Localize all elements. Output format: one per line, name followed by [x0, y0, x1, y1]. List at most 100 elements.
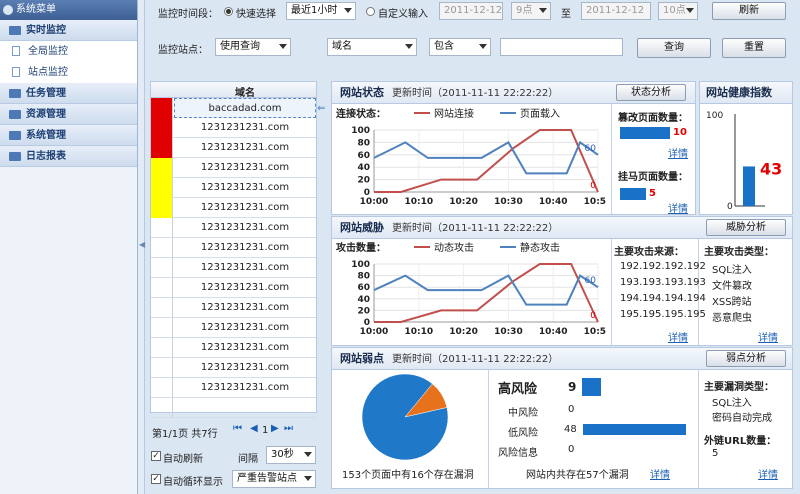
ext-url-label: 外链URL数量：	[704, 436, 777, 447]
chevron-down-icon	[479, 44, 487, 49]
date-to-input[interactable]: 2011-12-12	[581, 2, 651, 20]
loop-mode-select[interactable]: 严重告警站点	[232, 470, 316, 488]
domain-name: 1231231231.com	[200, 282, 290, 293]
interval-select[interactable]: 30秒	[266, 446, 316, 464]
first-page-icon[interactable]: ⏮	[233, 423, 242, 434]
prev-page-icon[interactable]: ◀	[250, 423, 258, 434]
data-label: 60	[585, 276, 597, 286]
high-risk-label: 高风险	[498, 382, 538, 397]
chevron-down-icon	[304, 476, 312, 481]
auto-refresh-checkbox[interactable]: ✓	[151, 451, 161, 461]
attack-type: XSS跨站	[712, 297, 752, 308]
hour-to-select[interactable]: 10点	[658, 2, 698, 20]
x-tick-label: 10:00	[360, 197, 389, 207]
table-row[interactable]: 1231231231.com	[151, 198, 316, 218]
sidebar-group-tasks[interactable]: 任务管理	[0, 83, 137, 104]
domain-column-header[interactable]: 域名	[174, 84, 316, 99]
table-row[interactable]: 1231231231.com	[151, 218, 316, 238]
table-row[interactable]	[151, 398, 316, 418]
next-page-icon[interactable]: ▶	[271, 423, 279, 434]
status-flag	[151, 238, 173, 258]
status-flag	[151, 98, 173, 118]
domain-name: 1231231231.com	[200, 322, 290, 333]
y-tick-label: 60	[357, 151, 370, 161]
threat-analysis-button[interactable]: 威胁分析	[706, 219, 786, 236]
divider	[611, 239, 612, 345]
table-row[interactable]: 1231231231.com	[151, 278, 316, 298]
sidebar-group-resources[interactable]: 资源管理	[0, 104, 137, 125]
table-row[interactable]: 1231231231.com	[151, 118, 316, 138]
last-page-icon[interactable]: ⏭	[284, 423, 293, 434]
auto-loop-label: 自动循环显示	[163, 477, 223, 488]
status-flag	[151, 338, 173, 358]
table-row[interactable]: baccadad.com	[151, 98, 316, 118]
field-select[interactable]: 域名	[327, 38, 417, 56]
y-tick-label: 40	[357, 163, 370, 173]
domain-name: 1231231231.com	[200, 262, 290, 273]
table-row[interactable]: 1231231231.com	[151, 158, 316, 178]
divider	[488, 370, 489, 488]
x-tick-label: 10:10	[404, 197, 433, 207]
risk-detail-link[interactable]: 详情	[650, 466, 670, 481]
sidebar-splitter[interactable]: ◀	[138, 0, 145, 494]
reset-button[interactable]: 重置	[722, 38, 786, 58]
table-row[interactable]: 1231231231.com	[151, 318, 316, 338]
table-row[interactable]: 1231231231.com	[151, 238, 316, 258]
table-row[interactable]: 1231231231.com	[151, 338, 316, 358]
table-row[interactable]: 1231231231.com	[151, 358, 316, 378]
sidebar-group-realtime[interactable]: 实时监控	[0, 20, 137, 41]
sources-detail-link[interactable]: 详情	[668, 329, 688, 344]
domain-list: 域名 baccadad.com 1231231231.com 1231231231.…	[150, 81, 317, 418]
table-row[interactable]: 1231231231.com	[151, 138, 316, 158]
query-button[interactable]: 查询	[637, 38, 711, 58]
domain-name: 1231231231.com	[200, 182, 290, 193]
chart-title: 连接状态：	[336, 107, 386, 120]
domain-name: 1231231231.com	[200, 302, 290, 313]
custom-input-radio[interactable]	[366, 7, 375, 16]
sidebar-group-system[interactable]: 系统管理	[0, 125, 137, 146]
to-label: 至	[561, 9, 571, 20]
status-flag	[151, 138, 173, 158]
status-analysis-button[interactable]: 状态分析	[616, 84, 686, 101]
vuln-types-title: 主要漏洞类型：	[704, 382, 774, 393]
vuln-type: SQL注入	[712, 398, 752, 409]
domain-name: 1231231231.com	[200, 362, 290, 373]
folder-icon	[9, 131, 21, 140]
attack-source: 194.194.194.194	[620, 293, 706, 304]
y-tick-label: 20	[357, 306, 370, 316]
trojan-detail-link[interactable]: 详情	[668, 200, 688, 215]
high-risk-bar	[582, 378, 601, 396]
document-icon	[12, 67, 20, 77]
types-detail-link[interactable]: 详情	[758, 329, 778, 344]
y-tick-label: 0	[727, 202, 733, 212]
vuln-detail-link[interactable]: 详情	[758, 466, 778, 481]
quick-select-radio[interactable]	[224, 7, 233, 16]
refresh-button[interactable]: 刷新	[712, 2, 786, 20]
folder-icon	[9, 89, 21, 98]
table-row[interactable]: 1231231231.com	[151, 298, 316, 318]
table-row[interactable]: 1231231231.com	[151, 378, 316, 398]
legend-label: 静态攻击	[520, 241, 560, 254]
weakness-analysis-button[interactable]: 弱点分析	[706, 350, 786, 367]
divider	[698, 370, 699, 488]
page-number[interactable]: 1	[262, 425, 268, 436]
x-tick-label: 10:10	[404, 327, 433, 337]
site-mode-select[interactable]: 使用查询	[215, 38, 291, 56]
table-row[interactable]: 1231231231.com	[151, 258, 316, 278]
risk-info-count: 0	[568, 444, 575, 455]
quick-range-select[interactable]: 最近1小时	[286, 2, 356, 20]
auto-loop-checkbox[interactable]: ✓	[151, 474, 161, 484]
collapse-arrow-icon[interactable]: ◀	[139, 240, 145, 249]
chevron-down-icon	[539, 8, 547, 13]
tamper-detail-link[interactable]: 详情	[668, 145, 688, 160]
health-bar	[743, 166, 755, 206]
sidebar-item-global[interactable]: 全局监控	[0, 41, 137, 62]
sidebar-group-logs[interactable]: 日志报表	[0, 146, 137, 167]
operator-select[interactable]: 包含	[429, 38, 491, 56]
table-row[interactable]: 1231231231.com	[151, 178, 316, 198]
sidebar-item-site[interactable]: 站点监控	[0, 62, 137, 83]
hour-from-select[interactable]: 9点	[511, 2, 551, 20]
search-input[interactable]	[500, 38, 623, 56]
date-from-input[interactable]: 2011-12-12	[439, 2, 503, 20]
attack-type: 恶意爬虫	[712, 313, 752, 324]
